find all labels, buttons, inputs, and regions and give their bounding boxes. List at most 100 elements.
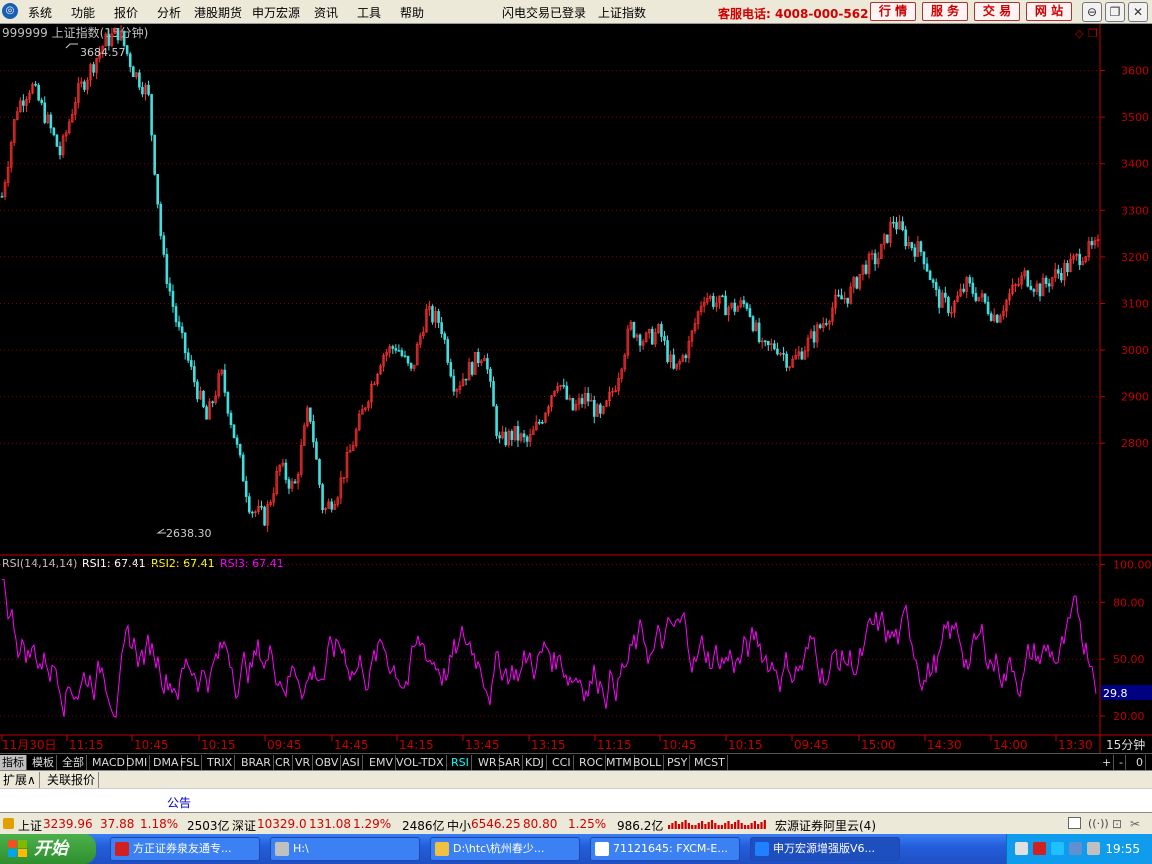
zoom-in-button[interactable]: + bbox=[1100, 755, 1115, 770]
candle-body bbox=[919, 241, 923, 253]
indicator-tab-trix[interactable]: TRIX bbox=[205, 755, 236, 770]
candle-body bbox=[1044, 277, 1048, 284]
indicator-tab-vr[interactable]: VR bbox=[293, 755, 314, 770]
indicator-tab-fsl[interactable]: FSL bbox=[178, 755, 203, 770]
start-button[interactable]: 开始 bbox=[0, 834, 96, 864]
indicator-tab-brar[interactable]: BRAR bbox=[239, 755, 274, 770]
trade-button[interactable]: 交 易 bbox=[974, 2, 1020, 21]
indicator-tab-cci[interactable]: CCI bbox=[550, 755, 574, 770]
related-quotes-tab[interactable]: 关联报价 bbox=[44, 772, 100, 788]
candle-body bbox=[116, 28, 120, 41]
task-h-drive[interactable]: H:\ bbox=[270, 837, 420, 861]
menu-system[interactable]: 系统 bbox=[28, 4, 52, 21]
candle-body bbox=[672, 354, 675, 369]
candle-body bbox=[571, 398, 575, 411]
network-tray-icon[interactable] bbox=[1069, 842, 1082, 855]
rsi-tick-label: 100.00 bbox=[1113, 558, 1152, 571]
candle-body bbox=[538, 421, 541, 424]
indicator-tab-psy[interactable]: PSY bbox=[665, 755, 691, 770]
price-tick-label: 2800 bbox=[1121, 437, 1149, 450]
breadth-bar bbox=[724, 823, 727, 829]
sz-label[interactable]: 深证 bbox=[232, 817, 256, 834]
quote-button[interactable]: 行 情 bbox=[870, 2, 916, 21]
indicator-tab-rsi[interactable]: RSI bbox=[449, 755, 472, 770]
chart-area[interactable]: 999999 上证指数(15分钟) ◇ ❐ 3600 3500 3400 3300 32… bbox=[0, 24, 1152, 753]
menu-info[interactable]: 资讯 bbox=[314, 4, 338, 21]
close-icon[interactable]: ✕ bbox=[1128, 2, 1148, 22]
candle-body bbox=[489, 368, 492, 382]
period-label[interactable]: 15分钟 bbox=[1106, 737, 1145, 752]
indicator-tab-dma[interactable]: DMA bbox=[151, 755, 182, 770]
task-swhy[interactable]: 申万宏源增强版V6... bbox=[750, 837, 900, 861]
indicator-tab-roc[interactable]: ROC bbox=[577, 755, 606, 770]
time-tick-label: 09:45 bbox=[794, 738, 829, 752]
menu-function[interactable]: 功能 bbox=[71, 4, 95, 21]
candle-body bbox=[168, 283, 172, 292]
candle-body bbox=[925, 263, 929, 272]
candle-body bbox=[968, 277, 972, 284]
zx-label[interactable]: 中小 bbox=[447, 817, 471, 834]
keyboard-icon[interactable] bbox=[1068, 817, 1081, 829]
security-tray-icon[interactable] bbox=[1033, 842, 1046, 855]
task-fangzheng[interactable]: 方正证券泉友通专... bbox=[110, 837, 260, 861]
indicator-tab-cr[interactable]: CR bbox=[273, 755, 294, 770]
candle-body bbox=[650, 328, 654, 345]
candle-body bbox=[516, 426, 520, 441]
indicator-tab-kdj[interactable]: KDJ bbox=[523, 755, 547, 770]
candle-body bbox=[251, 511, 254, 514]
sh-label[interactable]: 上证 bbox=[18, 817, 42, 834]
server-name[interactable]: 宏源证券阿里云(4) bbox=[775, 817, 876, 834]
candle-body bbox=[712, 295, 715, 307]
candle-body bbox=[776, 348, 779, 355]
menu-tools[interactable]: 工具 bbox=[357, 4, 381, 21]
cube-tray-icon[interactable] bbox=[1051, 842, 1064, 855]
candle-body bbox=[58, 146, 62, 156]
menu-swhy[interactable]: 申万宏源 bbox=[252, 4, 300, 21]
lock-icon[interactable]: ⊡ bbox=[1112, 817, 1122, 831]
candle-body bbox=[812, 331, 816, 343]
indicator-tab-vol-tdx[interactable]: VOL-TDX bbox=[394, 755, 447, 770]
indicator-tab-boll[interactable]: BOLL bbox=[631, 755, 665, 770]
zoom-out-button[interactable]: - bbox=[1117, 755, 1126, 770]
task-fxcm[interactable]: 71121645: FXCM-E... bbox=[590, 837, 740, 861]
clock[interactable]: 19:55 bbox=[1105, 842, 1140, 856]
candle-body bbox=[40, 99, 43, 104]
indicator-tab-obv[interactable]: OBV bbox=[313, 755, 342, 770]
menu-quote[interactable]: 报价 bbox=[114, 4, 138, 21]
keyboard-tray-icon[interactable] bbox=[1015, 842, 1028, 855]
candle-body bbox=[147, 84, 150, 95]
indicator-tab-dmi[interactable]: DMI bbox=[124, 755, 151, 770]
menu-help[interactable]: 帮助 bbox=[400, 4, 424, 21]
task-folder[interactable]: D:\htc\杭州春少... bbox=[430, 837, 580, 861]
menu-analysis[interactable]: 分析 bbox=[157, 4, 181, 21]
candle-body bbox=[824, 323, 828, 325]
indicator-tab-macd[interactable]: MACD bbox=[90, 755, 128, 770]
indicator-tab-emv[interactable]: EMV bbox=[367, 755, 396, 770]
breadth-bar bbox=[757, 824, 760, 829]
chart-marker-icon[interactable]: ◇ bbox=[1075, 27, 1084, 40]
notice-label[interactable]: 公告 bbox=[167, 794, 191, 811]
restore-icon[interactable]: ❐ bbox=[1105, 2, 1125, 22]
indicator-tab-mcst[interactable]: MCST bbox=[692, 755, 728, 770]
website-button[interactable]: 网 站 bbox=[1026, 2, 1072, 21]
signal-icon[interactable]: ((·)) bbox=[1088, 817, 1109, 830]
indicator-tab-asi[interactable]: ASI bbox=[340, 755, 363, 770]
breadth-bar bbox=[671, 823, 674, 829]
candle-body bbox=[886, 234, 889, 243]
indicator-tab-模板[interactable]: 模板 bbox=[30, 755, 57, 770]
breadth-bar bbox=[734, 822, 737, 829]
indicator-tab-sar[interactable]: SAR bbox=[496, 755, 524, 770]
menu-hk-futures[interactable]: 港股期货 bbox=[194, 4, 242, 21]
indicator-tab-指标[interactable]: 指标 bbox=[0, 755, 27, 770]
minimize-icon[interactable]: ⊖ bbox=[1082, 2, 1102, 22]
candle-body bbox=[498, 435, 501, 439]
candle-body bbox=[751, 316, 755, 331]
tools-icon[interactable]: ✂ bbox=[1130, 817, 1140, 831]
service-button[interactable]: 服 务 bbox=[922, 2, 968, 21]
volume-tray-icon[interactable] bbox=[1087, 842, 1100, 855]
chart-maximize-icon[interactable]: ❐ bbox=[1088, 27, 1098, 40]
expand-tab[interactable]: 扩展∧ bbox=[0, 772, 40, 788]
indicator-tab-全部[interactable]: 全部 bbox=[60, 755, 87, 770]
candle-body bbox=[800, 351, 804, 360]
reset-button[interactable]: 0 bbox=[1134, 755, 1146, 770]
